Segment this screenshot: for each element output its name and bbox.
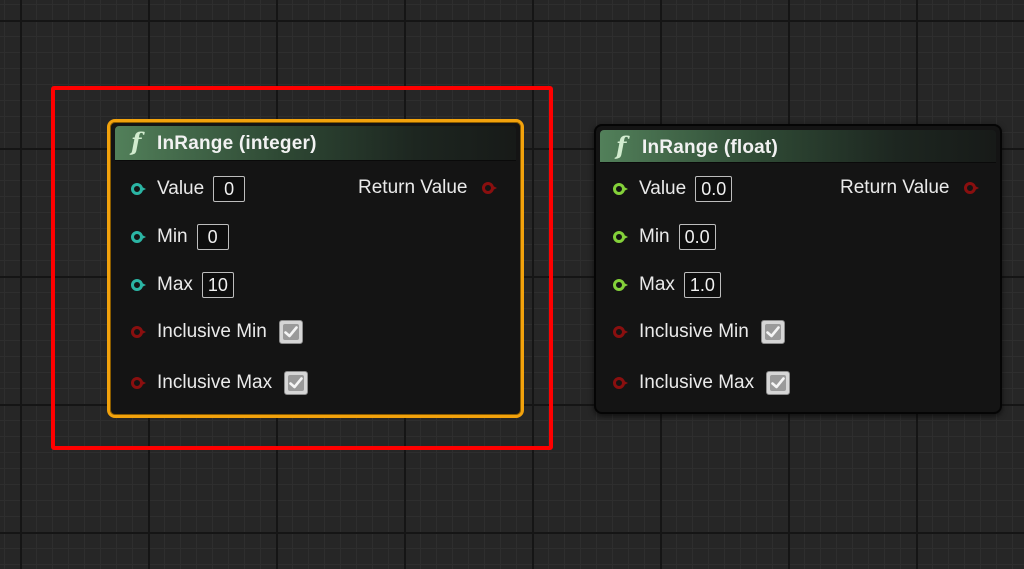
max-label: Max [157, 274, 193, 295]
inclusive-min-checkbox[interactable] [760, 320, 785, 344]
value-pin-row: Value 0 [131, 174, 246, 204]
return-value-output-pin[interactable] [963, 182, 979, 194]
node-body: Value 0 Return Value Min 0 Max 10 Inclus… [110, 122, 521, 415]
return-value-pin-row: Return Value [840, 173, 979, 203]
return-value-label: Return Value [358, 177, 468, 198]
min-field[interactable]: 0 [196, 224, 229, 250]
max-label: Max [639, 274, 675, 295]
min-pin-row: Min 0 [131, 222, 229, 252]
checkmark-icon [288, 375, 305, 391]
inclusive-min-checkbox[interactable] [278, 320, 303, 344]
inclusive-max-checkbox[interactable] [284, 371, 309, 395]
value-input-pin[interactable] [613, 183, 628, 195]
max-pin-row: Max 10 [131, 270, 234, 300]
min-label: Min [157, 226, 188, 247]
value-field[interactable]: 0.0 [695, 176, 733, 202]
return-value-label: Return Value [840, 177, 950, 198]
min-label: Min [639, 226, 670, 247]
checkmark-icon [282, 324, 299, 340]
value-label: Value [157, 178, 205, 199]
value-pin-row: Value 0.0 [613, 174, 733, 204]
inclusive-max-pin-row: Inclusive Max [131, 368, 309, 398]
inclusive-min-input-pin[interactable] [131, 326, 146, 338]
inclusive-max-input-pin[interactable] [131, 377, 146, 389]
inrange-integer-node[interactable]: f InRange (integer) Value 0 Return Value… [107, 119, 524, 418]
inclusive-max-pin-row: Inclusive Max [613, 368, 791, 398]
value-input-pin[interactable] [131, 183, 146, 195]
value-label: Value [639, 178, 687, 199]
inclusive-min-label: Inclusive Min [639, 321, 749, 342]
max-field[interactable]: 10 [201, 272, 234, 298]
inclusive-max-label: Inclusive Max [157, 372, 273, 393]
inclusive-max-input-pin[interactable] [613, 377, 628, 389]
inclusive-min-pin-row: Inclusive Min [613, 317, 785, 347]
inrange-float-node[interactable]: f InRange (float) Value 0.0 Return Value… [594, 124, 1002, 414]
value-field[interactable]: 0 [213, 176, 246, 202]
inclusive-min-label: Inclusive Min [157, 321, 267, 342]
blueprint-graph-canvas[interactable]: f InRange (integer) Value 0 Return Value… [0, 0, 1024, 569]
inclusive-min-input-pin[interactable] [613, 326, 628, 338]
inclusive-max-label: Inclusive Max [639, 372, 755, 393]
checkmark-icon [770, 375, 787, 391]
min-pin-row: Min 0.0 [613, 222, 716, 252]
min-input-pin[interactable] [131, 231, 146, 243]
min-input-pin[interactable] [613, 231, 628, 243]
max-input-pin[interactable] [131, 279, 146, 291]
return-value-output-pin[interactable] [481, 182, 497, 194]
max-pin-row: Max 1.0 [613, 270, 721, 300]
checkmark-icon [764, 324, 781, 340]
inclusive-min-pin-row: Inclusive Min [131, 317, 303, 347]
inclusive-max-checkbox[interactable] [766, 371, 791, 395]
min-field[interactable]: 0.0 [678, 224, 716, 250]
return-value-pin-row: Return Value [358, 173, 497, 203]
node-body: Value 0.0 Return Value Min 0.0 Max 1.0 I… [596, 126, 1000, 412]
max-field[interactable]: 1.0 [683, 272, 721, 298]
max-input-pin[interactable] [613, 279, 628, 291]
